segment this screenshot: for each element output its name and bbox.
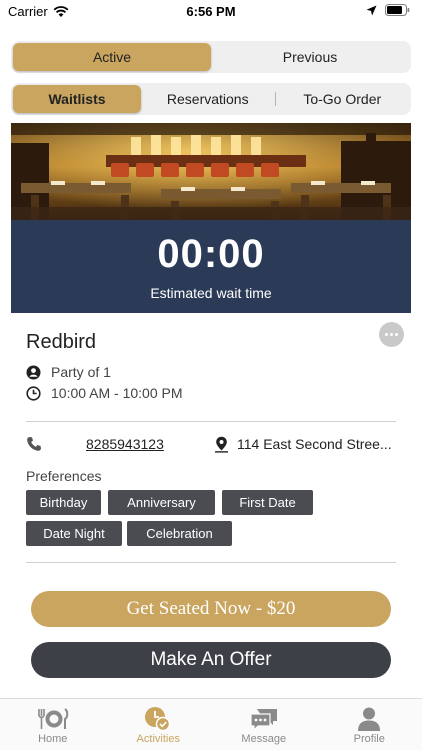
restaurant-name: Redbird <box>26 331 97 353</box>
status-bar: Carrier 6:56 PM <box>0 0 422 24</box>
dining-icon <box>37 705 69 733</box>
address-link[interactable]: 114 East Second Stree... <box>237 436 395 452</box>
map-pin-icon <box>214 436 229 453</box>
profile-icon <box>357 705 381 733</box>
tab-profile-label: Profile <box>353 733 385 745</box>
tab-reservations[interactable]: Reservations <box>141 85 275 113</box>
phone-number-link[interactable]: 8285943123 <box>86 436 164 452</box>
opening-hours: 10:00 AM - 10:00 PM <box>51 385 183 401</box>
hours-row: 10:00 AM - 10:00 PM <box>26 385 183 401</box>
preference-chip-celebration[interactable]: Celebration <box>127 521 232 546</box>
tab-waitlists[interactable]: Waitlists <box>13 85 141 113</box>
order-type-segmented-control: Waitlists Reservations To-Go Order <box>11 83 411 115</box>
preferences-title: Preferences <box>26 468 102 484</box>
preference-chip-date-night[interactable]: Date Night <box>26 521 122 546</box>
activities-clock-icon <box>144 705 172 733</box>
person-icon <box>26 365 41 379</box>
get-seated-now-button[interactable]: Get Seated Now - $20 <box>31 591 391 627</box>
battery-icon <box>385 4 410 16</box>
tab-to-go-order[interactable]: To-Go Order <box>276 85 410 113</box>
more-dot <box>390 333 393 336</box>
tab-home-label: Home <box>38 733 68 745</box>
preference-chip-birthday[interactable]: Birthday <box>26 490 101 515</box>
more-options-button[interactable] <box>379 322 404 347</box>
wait-timer-panel: 00:00 Estimated wait time <box>11 220 411 313</box>
party-size-row: Party of 1 <box>26 364 111 380</box>
tab-message-label: Message <box>241 733 287 745</box>
tab-home[interactable]: Home <box>0 699 106 750</box>
party-size: Party of 1 <box>51 364 111 380</box>
clock: 6:56 PM <box>186 4 236 19</box>
tab-message[interactable]: Message <box>211 699 317 750</box>
bottom-tab-bar: Home Activities Message Profile <box>0 698 422 750</box>
tab-activities-label: Activities <box>136 733 180 745</box>
clock-icon <box>26 385 41 401</box>
more-dot <box>385 333 388 336</box>
status-right <box>366 4 410 16</box>
wait-timer: 00:00 <box>157 232 265 276</box>
divider <box>26 562 396 563</box>
tab-previous[interactable]: Previous <box>211 43 409 71</box>
more-dot <box>395 333 398 336</box>
phone-number[interactable]: 8285943123 <box>86 436 164 452</box>
restaurant-photo <box>11 123 411 220</box>
status-segmented-control: Active Previous <box>11 41 411 73</box>
wait-timer-label: Estimated wait time <box>150 285 272 301</box>
preference-chip-anniversary[interactable]: Anniversary <box>108 490 215 515</box>
tab-activities[interactable]: Activities <box>106 699 212 750</box>
divider <box>26 421 396 422</box>
location-arrow-icon <box>366 5 377 15</box>
phone-icon <box>26 436 42 452</box>
make-an-offer-button[interactable]: Make An Offer <box>31 642 391 678</box>
tab-active[interactable]: Active <box>13 43 211 71</box>
preference-chip-first-date[interactable]: First Date <box>222 490 313 515</box>
tab-profile[interactable]: Profile <box>317 699 422 750</box>
message-icon <box>249 705 279 733</box>
